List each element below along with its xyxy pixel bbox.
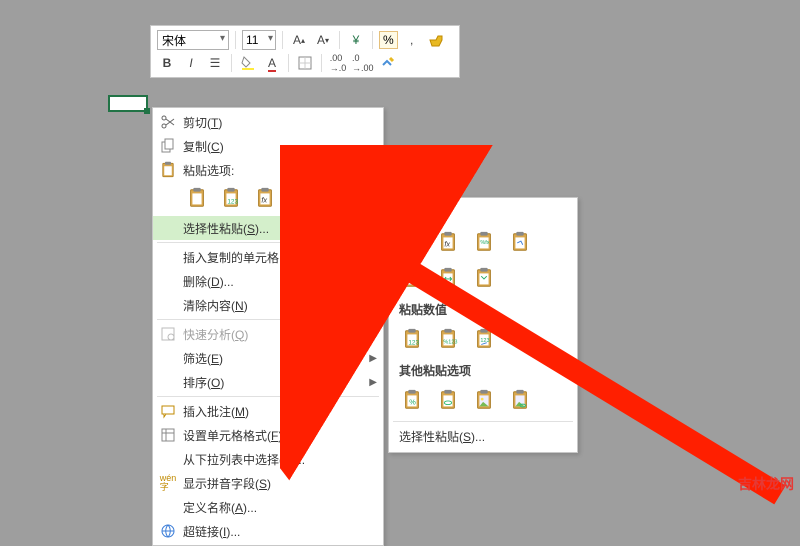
menu-insert-comment[interactable]: 插入批注(M): [153, 399, 383, 423]
menu-label: 删除(D)...: [183, 273, 234, 290]
font-name-select[interactable]: 宋体: [157, 30, 229, 50]
paste-option-formulas[interactable]: fx: [251, 184, 279, 212]
menu-paste-special[interactable]: 选择性粘贴(S)... ▶: [153, 216, 383, 240]
submenu-section-values: 粘贴数值: [389, 297, 577, 322]
svg-text:fx: fx: [261, 196, 267, 205]
menu-hyperlink[interactable]: 超链接(I)...: [153, 519, 383, 543]
menu-label: 超链接(I)...: [183, 523, 240, 540]
menu-label: 排序(O): [183, 374, 224, 391]
currency-icon[interactable]: ¥: [346, 30, 366, 50]
menu-label: 定义名称(A)...: [183, 499, 257, 516]
menu-label: 选择性粘贴(S)...: [183, 220, 269, 237]
svg-text:%: %: [409, 398, 416, 407]
menu-paste-options-header: 粘贴选项:: [153, 158, 383, 182]
svg-text:fx: fx: [444, 240, 450, 249]
menu-label: 选择性粘贴(S)...: [399, 428, 485, 445]
sub-values-source[interactable]: 123: [469, 324, 499, 354]
paste-option-values[interactable]: 123: [217, 184, 245, 212]
increase-decimal-icon[interactable]: .00→.0: [328, 53, 348, 73]
menu-label: 剪切(T): [183, 114, 222, 131]
menu-show-pinyin[interactable]: wén字 显示拼音字段(S): [153, 471, 383, 495]
format-painter-icon[interactable]: [426, 30, 446, 50]
menu-label: 粘贴选项:: [183, 162, 234, 179]
sub-formulas-number[interactable]: %fx: [469, 227, 499, 257]
paste-options-row: 123 fx %: [153, 182, 383, 216]
menu-copy[interactable]: 复制(C): [153, 134, 383, 158]
align-icon[interactable]: ☰: [205, 53, 225, 73]
svg-text:%123: %123: [443, 340, 457, 346]
pinyin-icon: wén字: [159, 474, 177, 492]
clipboard-icon: [159, 161, 177, 179]
context-menu: 剪切(T) 复制(C) 粘贴选项: 123 fx % 选择性粘贴(S)... ▶…: [152, 107, 384, 546]
bold-icon[interactable]: B: [157, 53, 177, 73]
sub-linked-picture[interactable]: [505, 385, 535, 415]
mini-toolbar: 宋体 11 A▴ A▾ ¥ % , B I ☰ A .00→.0 .0→.00: [150, 25, 460, 78]
sub-no-borders[interactable]: [397, 263, 427, 293]
menu-label: 设置单元格格式(F)...: [183, 427, 292, 444]
menu-sort[interactable]: 排序(O) ▶: [153, 370, 383, 394]
menu-label: 筛选(E): [183, 350, 223, 367]
paste-special-submenu: 粘贴 fx %fx 粘贴数值 123 %123 123 其他粘贴选项 % 选择性…: [388, 197, 578, 453]
menu-pick-from-list[interactable]: 从下拉列表中选择(K)...: [153, 447, 383, 471]
sub-col-width[interactable]: [433, 263, 463, 293]
sub-values-number[interactable]: %123: [433, 324, 463, 354]
decrease-decimal-icon[interactable]: .0→.00: [352, 53, 374, 73]
menu-define-name[interactable]: 定义名称(A)...: [153, 495, 383, 519]
selected-cell[interactable]: [108, 95, 148, 112]
menu-filter[interactable]: 筛选(E) ▶: [153, 346, 383, 370]
sub-paste[interactable]: [397, 227, 427, 257]
percent-format-icon[interactable]: %: [379, 31, 398, 49]
submenu-paste-special[interactable]: 选择性粘贴(S)...: [389, 424, 577, 448]
scissors-icon: [159, 113, 177, 131]
menu-label: 快速分析(Q): [183, 326, 248, 343]
menu-format-cells[interactable]: 设置单元格格式(F)...: [153, 423, 383, 447]
sub-link[interactable]: [433, 385, 463, 415]
italic-icon[interactable]: I: [181, 53, 201, 73]
paste-option-paste[interactable]: [183, 184, 211, 212]
menu-cut[interactable]: 剪切(T): [153, 110, 383, 134]
format-painter2-icon[interactable]: [378, 53, 398, 73]
menu-delete[interactable]: 删除(D)...: [153, 269, 383, 293]
quick-analysis-icon: [159, 325, 177, 343]
paste-option-transpose[interactable]: [285, 184, 313, 212]
format-cells-icon: [159, 426, 177, 444]
menu-quick-analysis: 快速分析(Q): [153, 322, 383, 346]
submenu-arrow-icon: ▶: [369, 353, 377, 364]
font-color-icon[interactable]: A: [262, 53, 282, 73]
paste-option-link[interactable]: [353, 184, 381, 212]
submenu-section-other: 其他粘贴选项: [389, 358, 577, 383]
submenu-section-paste: 粘贴: [389, 200, 577, 225]
submenu-arrow-icon: ▶: [369, 223, 377, 234]
sub-formulas[interactable]: fx: [433, 227, 463, 257]
svg-text:123: 123: [227, 199, 238, 206]
menu-clear[interactable]: 清除内容(N): [153, 293, 383, 317]
sub-keep-source[interactable]: [505, 227, 535, 257]
font-size-select[interactable]: 11: [242, 30, 276, 50]
sub-formatting[interactable]: %: [397, 385, 427, 415]
sub-values[interactable]: 123: [397, 324, 427, 354]
fill-color-icon[interactable]: [238, 53, 258, 73]
comma-format-icon[interactable]: ,: [402, 30, 422, 50]
menu-label: 从下拉列表中选择(K)...: [183, 451, 305, 468]
copy-icon: [159, 137, 177, 155]
menu-label: 插入复制的单元格: [183, 249, 279, 266]
decrease-font-icon[interactable]: A▾: [313, 30, 333, 50]
menu-label: 清除内容(N): [183, 297, 248, 314]
sub-picture[interactable]: [469, 385, 499, 415]
watermark: 吉林龙网: [738, 474, 794, 494]
menu-label: 显示拼音字段(S): [183, 475, 271, 492]
sub-transpose[interactable]: [469, 263, 499, 293]
paste-option-formatting[interactable]: %: [319, 184, 347, 212]
menu-label: 插入批注(M): [183, 403, 249, 420]
menu-label: 复制(C): [183, 138, 224, 155]
svg-text:123: 123: [408, 340, 419, 347]
comment-icon: [159, 402, 177, 420]
borders-icon[interactable]: [295, 53, 315, 73]
hyperlink-icon: [159, 522, 177, 540]
svg-text:%: %: [330, 196, 337, 205]
increase-font-icon[interactable]: A▴: [289, 30, 309, 50]
svg-text:%fx: %fx: [480, 240, 489, 246]
menu-insert-copied[interactable]: 插入复制的单元格: [153, 245, 383, 269]
submenu-arrow-icon: ▶: [369, 377, 377, 388]
